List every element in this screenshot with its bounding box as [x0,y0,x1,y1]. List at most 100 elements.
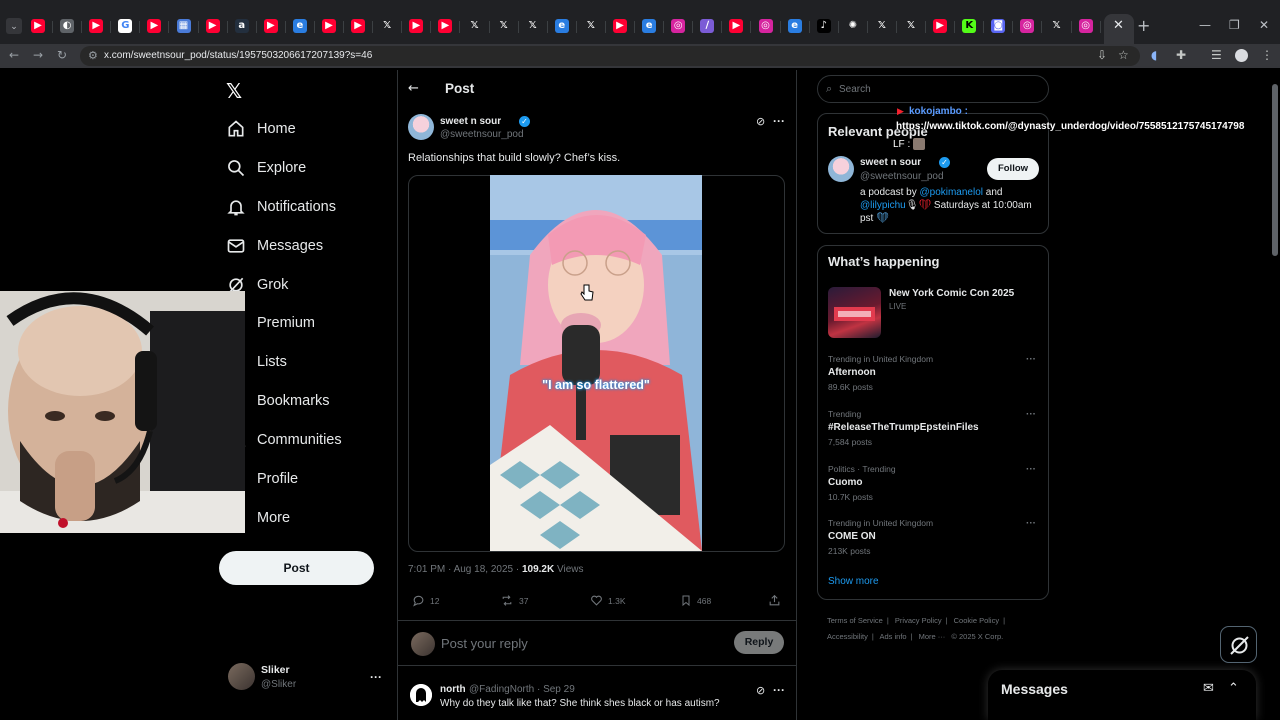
trend-title[interactable]: COME ON [828,531,876,542]
messages-drawer-title[interactable]: Messages [1001,681,1068,697]
youtube-icon[interactable]: ▶ [89,19,104,33]
grok-floating-button[interactable] [1220,626,1257,663]
instagram-icon[interactable]: ◎ [1078,19,1093,33]
post-time[interactable]: 7:01 PM · Aug 18, 2025 · [408,564,522,575]
google-icon[interactable]: G [118,19,133,33]
post-button[interactable]: Post [219,551,374,585]
close-window-icon[interactable]: ✕ [1259,18,1269,32]
instagram-icon[interactable]: ◎ [671,19,686,33]
reply-action[interactable]: 12 [412,594,439,607]
youtube-icon[interactable]: ▶ [409,19,424,33]
edge-icon[interactable]: e [642,19,657,33]
forward-icon[interactable]: → [33,48,43,62]
youtube-icon[interactable]: ▶ [31,19,45,33]
reply-input[interactable] [441,634,721,652]
x-icon[interactable]: 𝕏 [583,19,598,33]
youtube-icon[interactable]: ▶ [147,19,162,33]
audio-extension-icon[interactable]: ◖ [1151,48,1157,62]
url-text[interactable]: x.com/sweetnsour_pod/status/195750320661… [104,50,372,61]
repost-action[interactable]: 37 [500,594,528,607]
x-logo-icon[interactable]: 𝕏 [226,79,242,103]
youtube-icon[interactable]: ▶ [351,19,366,33]
youtube-icon[interactable]: ▶ [322,19,336,33]
mention-link[interactable]: @lilypichu [860,200,906,211]
back-icon[interactable]: ← [9,48,19,62]
extensions-icon[interactable]: ✚ [1176,48,1186,62]
trend-more-icon[interactable]: ··· [1026,518,1036,529]
footer-accessibility-link[interactable]: Accessibility [827,632,868,641]
amazon-icon[interactable]: a [234,19,249,33]
grok-explain-icon[interactable]: ⊘ [756,115,765,128]
follow-button[interactable]: Follow [987,158,1039,180]
nav-messages[interactable]: Messages [226,232,323,260]
show-more-link[interactable]: Show more [828,576,879,587]
comment-avatar[interactable] [410,684,432,706]
youtube-icon[interactable]: ▶ [933,19,948,33]
site-info-icon[interactable]: ⚙ [88,49,98,62]
footer-cookie-link[interactable]: Cookie Policy [954,616,999,625]
trend-title[interactable]: Cuomo [828,477,862,488]
new-message-icon[interactable]: ✉ [1203,681,1214,696]
author-name[interactable]: sweet n sour [440,116,501,127]
chatgpt-icon[interactable]: ✺ [845,19,860,33]
bookmark-action[interactable]: 468 [680,594,711,607]
address-bar[interactable]: ⚙ x.com/sweetnsour_pod/status/1957503206… [80,46,1140,66]
trend-title[interactable]: #ReleaseTheTrumpEpsteinFiles [828,422,979,433]
youtube-icon[interactable]: ▶ [205,19,220,33]
nav-notifications[interactable]: Notifications [226,193,336,221]
comment-author[interactable]: north [440,684,466,695]
reload-icon[interactable]: ↻ [57,48,67,62]
browser-menu-icon[interactable]: ⋮ [1261,48,1273,62]
event-title[interactable]: New York Comic Con 2025 [889,288,1014,299]
youtube-icon[interactable]: ▶ [438,19,453,33]
footer-ads-link[interactable]: Ads info [879,632,906,641]
like-action[interactable]: 1.3K [590,594,626,607]
edge-icon[interactable]: e [292,19,307,33]
install-app-icon[interactable]: ⇩ [1097,48,1107,62]
footer-privacy-link[interactable]: Privacy Policy [895,616,942,625]
event-thumbnail[interactable] [828,287,881,338]
profile-avatar-icon[interactable] [1235,49,1248,62]
restore-icon[interactable]: ❐ [1229,18,1240,32]
trend-more-icon[interactable]: ··· [1026,354,1036,365]
extension-icon[interactable]: ▦ [176,19,191,33]
edge-icon[interactable]: e [554,19,569,33]
reply-button[interactable]: Reply [734,631,784,654]
comment-more-icon[interactable]: ··· [773,683,785,697]
account-handle[interactable]: @Sliker [261,679,296,690]
nav-explore[interactable]: Explore [226,154,306,182]
footer-more-link[interactable]: More ··· [919,632,946,641]
footer-terms-link[interactable]: Terms of Service [827,616,883,625]
bookmark-star-icon[interactable]: ☆ [1118,48,1129,62]
x-icon[interactable]: 𝕏 [467,19,482,33]
share-action[interactable] [768,594,786,607]
minimize-icon[interactable]: — [1199,18,1211,32]
kick-icon[interactable]: K [962,19,977,33]
relevant-person-handle[interactable]: @sweetnsour_pod [860,171,944,182]
post-video[interactable] [490,175,702,551]
mention-link[interactable]: @pokimanelol [919,187,983,198]
youtube-icon[interactable]: ▶ [729,19,744,33]
account-name[interactable]: Sliker [261,664,290,676]
author-avatar[interactable] [408,114,434,140]
trend-title[interactable]: Afternoon [828,367,876,378]
close-tab-icon[interactable]: ✕ [1113,18,1124,33]
media-controls-icon[interactable]: ☰ [1211,48,1222,62]
instagram-icon[interactable]: ◎ [1020,19,1035,33]
comment-grok-icon[interactable]: ⊘ [756,684,765,697]
account-more-icon[interactable]: ··· [370,670,382,684]
tiktok-icon[interactable]: ♪ [816,19,831,33]
youtube-icon[interactable]: ▶ [613,19,627,33]
account-avatar[interactable] [228,663,255,690]
youtube-icon[interactable]: ▶ [263,19,278,33]
search-input[interactable] [839,82,1039,96]
author-handle[interactable]: @sweetnsour_pod [440,129,524,140]
x-icon[interactable]: 𝕏 [380,19,395,33]
comment-handle[interactable]: @FadingNorth · Sep 29 [469,684,575,695]
tab-search-button[interactable]: ⌄ [6,18,22,34]
relevant-person-avatar[interactable] [828,156,854,182]
edge-icon[interactable]: e [787,19,802,33]
x-icon[interactable]: 𝕏 [904,19,918,33]
x-icon[interactable]: 𝕏 [1049,19,1064,33]
post-more-icon[interactable]: ··· [773,114,785,128]
